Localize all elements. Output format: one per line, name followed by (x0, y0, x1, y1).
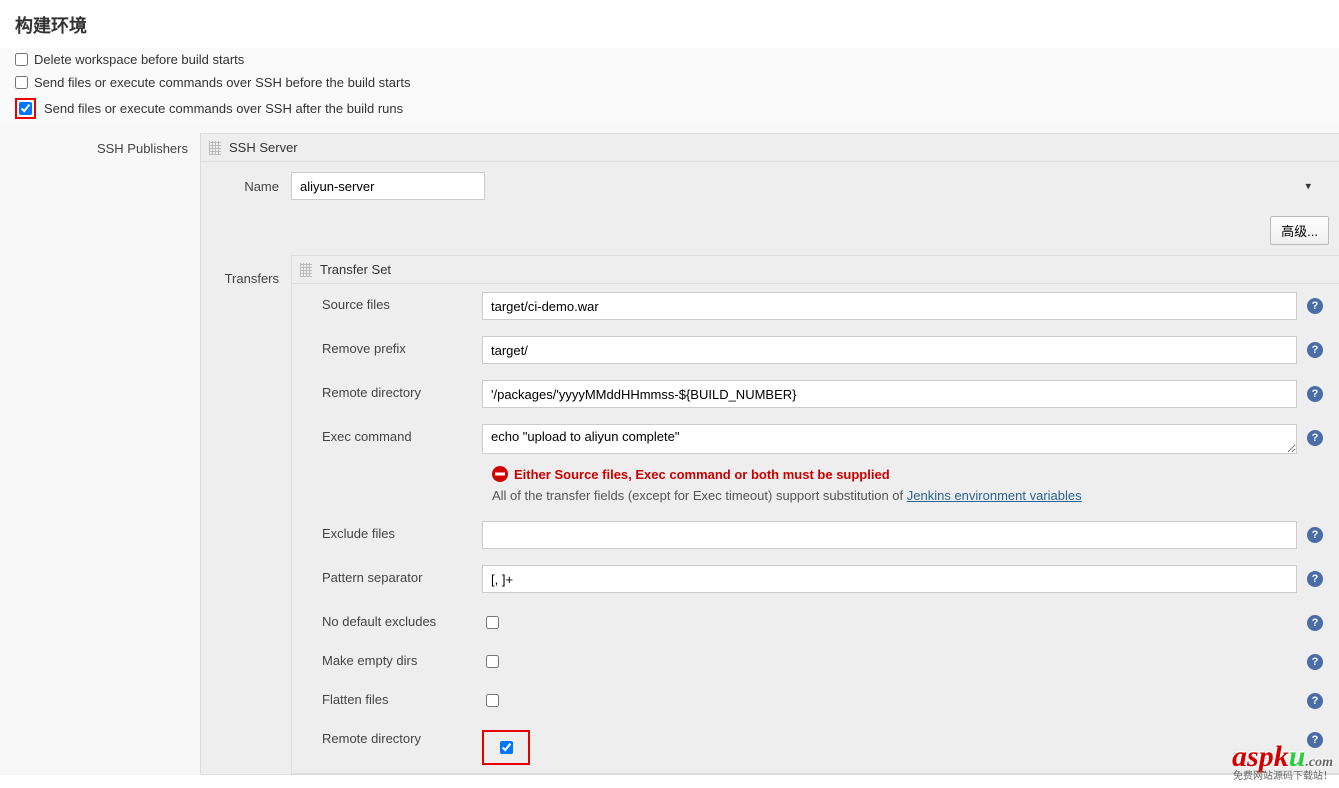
remote-dir2-row: Remote directory (292, 718, 1339, 773)
no-default-excludes-label: No default excludes (292, 609, 482, 629)
jenkins-env-link[interactable]: Jenkins environment variables (907, 488, 1082, 503)
remove-prefix-input[interactable] (482, 336, 1297, 364)
transfers-label: Transfers (201, 255, 291, 774)
flatten-checkbox[interactable] (486, 694, 499, 707)
info-text: All of the transfer fields (except for E… (492, 488, 907, 503)
pattern-sep-label: Pattern separator (292, 565, 482, 585)
help-icon[interactable] (1307, 615, 1323, 631)
name-label: Name (201, 179, 291, 194)
help-icon[interactable] (1307, 430, 1323, 446)
server-name-row: Name (201, 162, 1339, 210)
exec-cmd-label: Exec command (292, 424, 482, 444)
no-default-excludes-row: No default excludes (292, 601, 1339, 640)
make-empty-label: Make empty dirs (292, 648, 482, 668)
name-select[interactable] (291, 172, 485, 200)
source-files-label: Source files (292, 292, 482, 312)
checkbox-delete-workspace[interactable]: Delete workspace before build starts (0, 48, 1339, 71)
transfer-panel: Transfer Set Source files Remove prefix … (291, 255, 1339, 774)
exclude-files-row: Exclude files (292, 513, 1339, 557)
remove-prefix-row: Remove prefix (292, 328, 1339, 372)
name-select-wrap[interactable] (291, 172, 1319, 200)
error-message: Either Source files, Exec command or bot… (292, 462, 1339, 484)
flatten-label: Flatten files (292, 687, 482, 707)
watermark-sub: 免费网站源码下载站！ (1232, 772, 1333, 782)
checkbox-label: Send files or execute commands over SSH … (34, 75, 410, 90)
drag-handle-icon[interactable] (300, 263, 312, 277)
source-files-input[interactable] (482, 292, 1297, 320)
transfer-set-title: Transfer Set (320, 262, 391, 277)
error-icon (492, 466, 508, 482)
exec-cmd-row: Exec command echo "upload to aliyun comp… (292, 416, 1339, 462)
error-text: Either Source files, Exec command or bot… (514, 467, 890, 482)
transfers-wrap: Transfers Transfer Set Source files Remo… (201, 255, 1339, 774)
info-message: All of the transfer fields (except for E… (292, 484, 1339, 513)
ssh-publishers-label: SSH Publishers (97, 141, 188, 156)
exec-cmd-input[interactable]: echo "upload to aliyun complete" (482, 424, 1297, 454)
help-icon[interactable] (1307, 342, 1323, 358)
watermark: aspku.com 免费网站源码下载站！ (1232, 742, 1333, 782)
make-empty-row: Make empty dirs (292, 640, 1339, 679)
ssh-server-title: SSH Server (229, 140, 298, 155)
remote-dir2-checkbox[interactable] (500, 741, 513, 754)
help-icon[interactable] (1307, 654, 1323, 670)
help-icon[interactable] (1307, 386, 1323, 402)
ssh-after-checkbox[interactable] (19, 102, 32, 115)
checkbox-label: Delete workspace before build starts (34, 52, 244, 67)
pattern-sep-row: Pattern separator (292, 557, 1339, 601)
advanced-row: 高级... (201, 210, 1339, 255)
remote-dir-row: Remote directory (292, 372, 1339, 416)
highlight-box (15, 98, 36, 119)
source-files-row: Source files (292, 284, 1339, 328)
content-column: SSH Server Name 高级... Transfers Transfer… (200, 133, 1339, 775)
ssh-before-checkbox[interactable] (15, 76, 28, 89)
checkbox-ssh-before[interactable]: Send files or execute commands over SSH … (0, 71, 1339, 94)
transfer-set-header: Transfer Set (292, 256, 1339, 284)
remote-dir2-label: Remote directory (292, 726, 482, 746)
section-title: 构建环境 (0, 0, 1339, 48)
checkbox-ssh-after[interactable]: Send files or execute commands over SSH … (0, 94, 1339, 123)
exclude-files-label: Exclude files (292, 521, 482, 541)
checkbox-label: Send files or execute commands over SSH … (44, 101, 403, 116)
left-column: SSH Publishers (0, 133, 200, 775)
advanced-button[interactable]: 高级... (1270, 216, 1329, 245)
make-empty-checkbox[interactable] (486, 655, 499, 668)
no-default-excludes-checkbox[interactable] (486, 616, 499, 629)
help-icon[interactable] (1307, 571, 1323, 587)
help-icon[interactable] (1307, 693, 1323, 709)
help-icon[interactable] (1307, 527, 1323, 543)
delete-workspace-checkbox[interactable] (15, 53, 28, 66)
ssh-server-header: SSH Server (201, 134, 1339, 162)
watermark-brand-u: u (1289, 740, 1306, 773)
remove-prefix-label: Remove prefix (292, 336, 482, 356)
main-area: SSH Publishers SSH Server Name 高级... Tra… (0, 123, 1339, 775)
help-icon[interactable] (1307, 298, 1323, 314)
watermark-dot: .com (1305, 755, 1333, 770)
watermark-brand: aspk (1232, 740, 1289, 773)
exclude-files-input[interactable] (482, 521, 1297, 549)
drag-handle-icon[interactable] (209, 141, 221, 155)
remote-dir-label: Remote directory (292, 380, 482, 400)
highlight-box (482, 730, 530, 765)
flatten-row: Flatten files (292, 679, 1339, 718)
pattern-sep-input[interactable] (482, 565, 1297, 593)
remote-dir-input[interactable] (482, 380, 1297, 408)
